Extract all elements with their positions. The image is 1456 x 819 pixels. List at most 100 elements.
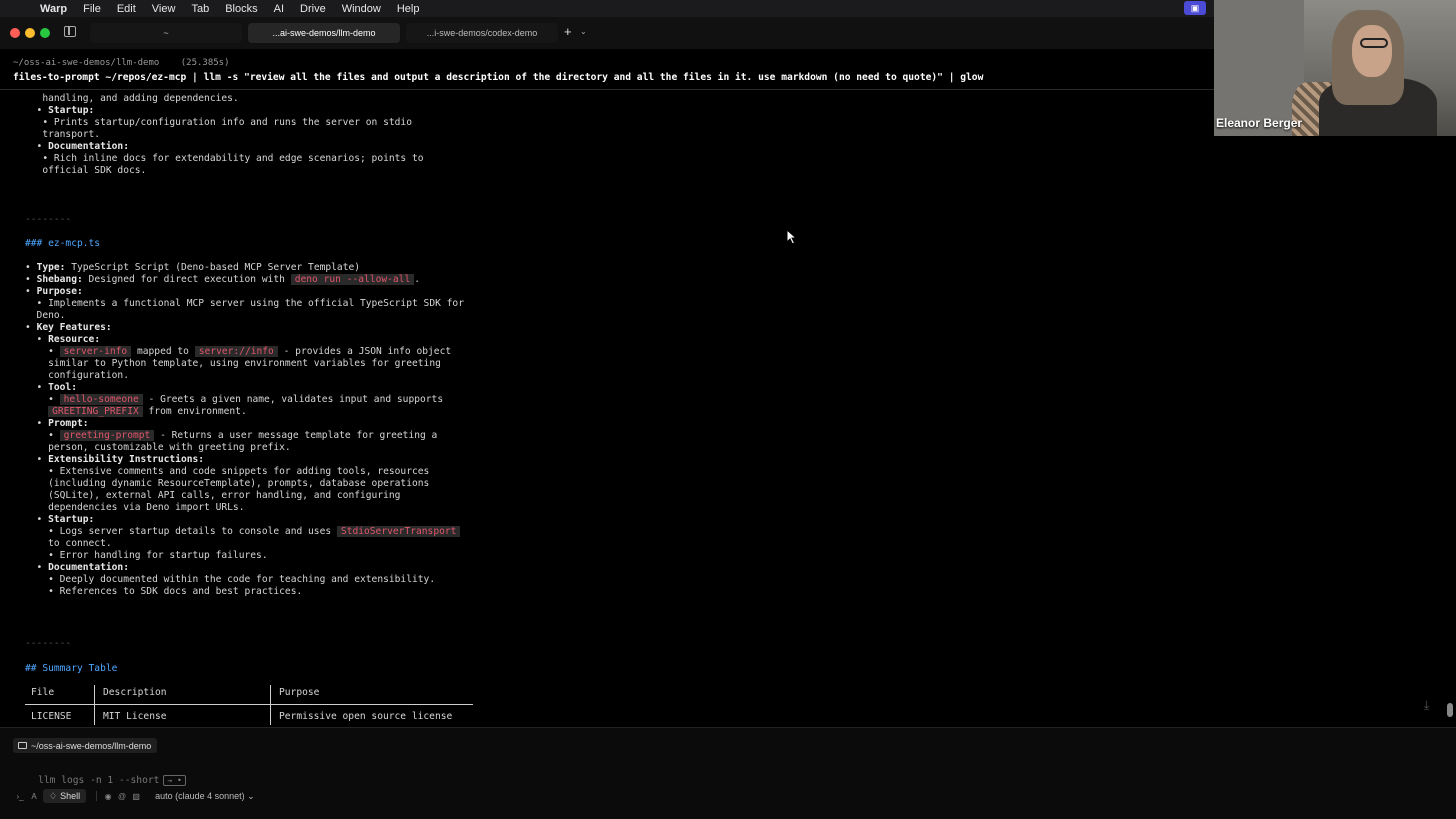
microphone-icon[interactable]: ◉ [101, 789, 115, 803]
terminal-prompt-icon[interactable]: ›_ [13, 789, 27, 803]
menu-file[interactable]: File [83, 3, 101, 15]
output-line: • References to SDK docs and best practi… [25, 586, 303, 597]
table-divider [25, 704, 473, 705]
participant-name: Eleanor Berger [1216, 116, 1303, 130]
block-cwd: ~/oss-ai-swe-demos/llm-demo [13, 58, 160, 68]
output-line: handling, and adding dependencies. [25, 93, 239, 104]
video-person-glasses [1360, 38, 1388, 48]
folder-icon [18, 742, 27, 749]
section-heading: ### ez-mcp.ts [25, 238, 101, 249]
sidebar-toggle-icon[interactable] [64, 26, 76, 37]
inline-code: server://info [194, 346, 278, 357]
table-cell: Permissive open source license [279, 711, 453, 722]
agent-mode-icon[interactable]: A [27, 789, 41, 803]
output-line: • Tool: [25, 382, 77, 393]
table-col-divider [270, 685, 271, 725]
inline-code: server-info [59, 346, 132, 357]
menu-blocks[interactable]: Blocks [225, 3, 257, 15]
output-line: Deno. [25, 310, 66, 321]
menu-edit[interactable]: Edit [117, 3, 136, 15]
output-line: • Key Features: [25, 322, 112, 333]
output-line: (including dynamic ResourceTemplate), pr… [25, 478, 430, 489]
output-line: • Extensive comments and code snippets f… [25, 466, 430, 477]
scrollbar-track[interactable] [1447, 91, 1453, 721]
horizontal-rule: -------- [25, 638, 72, 649]
output-line: • Prints startup/configuration info and … [25, 117, 412, 128]
directory-label: ~/oss-ai-swe-demos/llm-demo [31, 740, 152, 751]
screen-share-icon[interactable]: ▣ [1184, 1, 1206, 15]
scrollbar-thumb[interactable] [1447, 703, 1453, 717]
menu-help[interactable]: Help [397, 3, 420, 15]
autosuggestion-text: llm logs -n 1 --short [38, 775, 160, 786]
inline-code: GREETING_PREFIX [48, 406, 143, 417]
block-duration: (25.385s) [180, 58, 230, 68]
output-line: to connect. [25, 538, 112, 549]
inline-code: greeting-prompt [59, 430, 155, 441]
output-line: person, customizable with greeting prefi… [25, 442, 291, 453]
image-attach-icon[interactable]: ▧ [129, 789, 143, 803]
new-tab-plus-icon[interactable]: + [564, 24, 572, 39]
output-line: • Rich inline docs for extendability and… [25, 153, 424, 164]
toolbar-divider [96, 791, 98, 801]
output-line: • Documentation: [25, 141, 129, 152]
block-header: ~/oss-ai-swe-demos/llm-demo (25.385s) [13, 58, 230, 68]
tab-label: ...ai-swe-demos/llm-demo [272, 28, 376, 38]
output-line: official SDK docs. [25, 165, 147, 176]
close-window-button[interactable] [10, 28, 20, 38]
block-output[interactable]: handling, and adding dependencies. • Sta… [0, 91, 1440, 725]
output-line: configuration. [25, 370, 129, 381]
lightbulb-icon: ♢ [49, 790, 58, 801]
table-cell: MIT License [103, 711, 167, 722]
section-heading: ## Summary Table [25, 663, 118, 674]
output-line: • Resource: [25, 334, 101, 345]
output-line: (SQLite), external API calls, error hand… [25, 490, 401, 501]
menu-drive[interactable]: Drive [300, 3, 326, 15]
output-line: transport. [25, 129, 101, 140]
output-line: • Implements a functional MCP server usi… [25, 298, 464, 309]
menu-view[interactable]: View [152, 3, 176, 15]
table-header-file: File [31, 687, 55, 698]
output-line: • Purpose: [25, 286, 83, 297]
output-line: • Type: TypeScript Script (Deno-based MC… [25, 262, 361, 273]
video-person-face [1352, 25, 1392, 77]
output-line: • Prompt: [25, 418, 89, 429]
table-cell: LICENSE [31, 711, 72, 722]
block-command[interactable]: files-to-prompt ~/repos/ez-mcp | llm -s … [13, 72, 983, 83]
jump-to-bottom-icon[interactable]: ⤓ [1424, 698, 1429, 713]
menu-app-name[interactable]: Warp [40, 3, 67, 15]
menu-tab[interactable]: Tab [191, 3, 209, 15]
model-selector[interactable]: auto (claude 4 sonnet) ⌄ [155, 791, 255, 802]
tab-bar: ~ ...ai-swe-demos/llm-demo ...i-swe-demo… [0, 17, 1214, 49]
output-line: • Shebang: Designed for direct execution… [25, 274, 421, 285]
output-line: • hello-someone - Greets a given name, v… [25, 394, 444, 405]
directory-chip[interactable]: ~/oss-ai-swe-demos/llm-demo [13, 738, 158, 753]
tab-codex-demo[interactable]: ...i-swe-demos/codex-demo [406, 23, 558, 43]
tab-llm-demo[interactable]: ...ai-swe-demos/llm-demo [248, 23, 400, 43]
minimize-window-button[interactable] [25, 28, 35, 38]
accept-suggestion-key[interactable]: → • [163, 775, 186, 786]
output-line: • Error handling for startup failures. [25, 550, 268, 561]
output-line: GREETING_PREFIX from environment. [25, 406, 247, 418]
at-mention-icon[interactable]: @ [115, 789, 129, 803]
inline-code: deno run --allow-all [290, 274, 415, 285]
output-line: • server-info mapped to server://info - … [25, 346, 452, 357]
chevron-down-icon[interactable]: ⌄ [580, 27, 587, 36]
output-line: • Startup: [25, 514, 95, 525]
zoom-window-button[interactable] [40, 28, 50, 38]
inline-code: StdioServerTransport [336, 526, 461, 537]
table-col-divider [94, 685, 95, 725]
menu-ai[interactable]: AI [274, 3, 284, 15]
inline-code: hello-someone [59, 394, 143, 405]
shell-mode-label: Shell [60, 791, 81, 801]
table-header-purpose: Purpose [279, 687, 320, 698]
output-line: • Extensibility Instructions: [25, 454, 205, 465]
video-call-overlay: Eleanor Berger [1214, 0, 1456, 136]
shell-mode-toggle[interactable]: ♢ Shell [43, 789, 87, 803]
header-divider [0, 89, 1214, 90]
horizontal-rule: -------- [25, 214, 72, 225]
output-line: • Startup: [25, 105, 95, 116]
tab-home[interactable]: ~ [90, 23, 242, 43]
tab-label: ...i-swe-demos/codex-demo [426, 28, 538, 38]
status-icons: ▣ [1184, 1, 1206, 15]
menu-window[interactable]: Window [342, 3, 381, 15]
